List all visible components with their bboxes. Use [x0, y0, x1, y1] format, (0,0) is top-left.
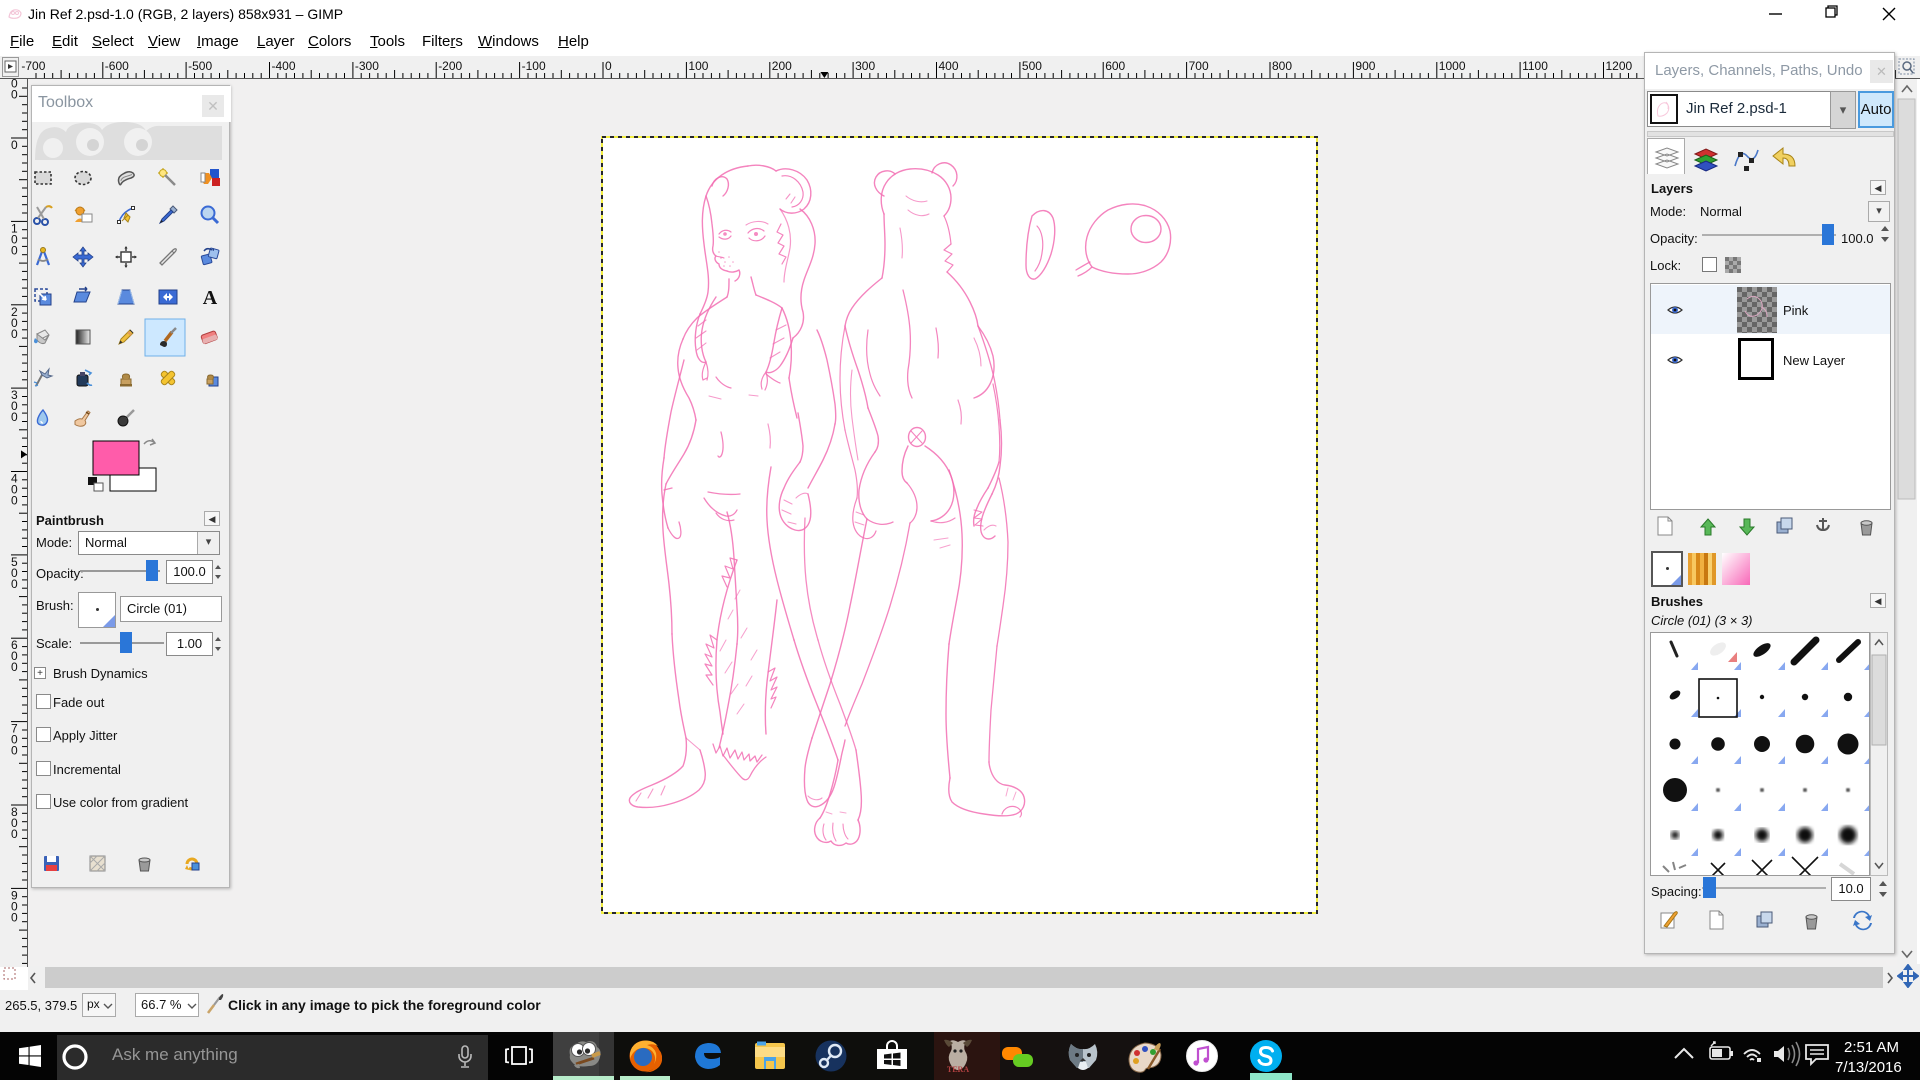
svg-text:300: 300 — [855, 59, 875, 73]
svg-text:0: 0 — [11, 744, 18, 758]
svg-text:0: 0 — [11, 88, 18, 102]
svg-text:-600: -600 — [105, 59, 129, 73]
svg-text:-700: -700 — [21, 59, 45, 73]
svg-text:0: 0 — [605, 59, 612, 73]
svg-text:7/13/2016: 7/13/2016 — [1835, 1059, 1902, 1076]
svg-text:700: 700 — [1189, 59, 1209, 73]
svg-text:0: 0 — [11, 138, 18, 152]
svg-text:0: 0 — [11, 660, 18, 674]
svg-text:-500: -500 — [188, 59, 212, 73]
svg-text:0: 0 — [11, 243, 18, 257]
svg-text:0: 0 — [11, 327, 18, 341]
svg-text:0: 0 — [11, 827, 18, 841]
svg-text:-200: -200 — [438, 59, 462, 73]
svg-text:1100: 1100 — [1522, 59, 1548, 73]
svg-text:800: 800 — [1272, 59, 1292, 73]
svg-text:TERA: TERA — [947, 1065, 969, 1074]
svg-text:0: 0 — [11, 410, 18, 424]
svg-text:500: 500 — [1022, 59, 1042, 73]
svg-text:900: 900 — [1355, 59, 1375, 73]
svg-text:600: 600 — [1105, 59, 1125, 73]
svg-text:-100: -100 — [522, 59, 546, 73]
svg-text:A: A — [203, 287, 218, 309]
svg-text:2:51 AM: 2:51 AM — [1844, 1039, 1899, 1056]
svg-text:400: 400 — [939, 59, 959, 73]
svg-text:200: 200 — [772, 59, 792, 73]
svg-text:0: 0 — [11, 910, 18, 924]
svg-text:1000: 1000 — [1439, 59, 1466, 73]
svg-text:0: 0 — [11, 494, 18, 508]
svg-text:0: 0 — [11, 577, 18, 591]
svg-text:-400: -400 — [272, 59, 296, 73]
svg-text:-300: -300 — [355, 59, 379, 73]
svg-text:1200: 1200 — [1606, 59, 1633, 73]
svg-text:100: 100 — [688, 59, 708, 73]
